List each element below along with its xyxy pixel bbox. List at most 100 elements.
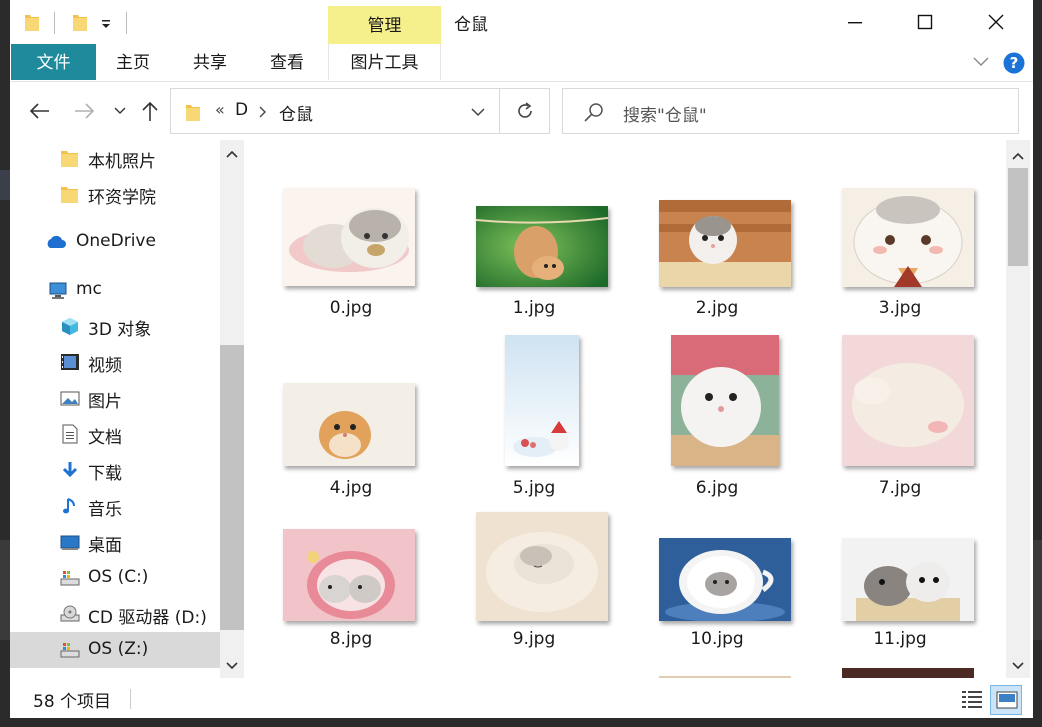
nav-item[interactable]: mc (10, 272, 220, 308)
expand-ribbon-icon[interactable] (972, 56, 990, 68)
nav-item[interactable]: 下载 (10, 452, 220, 488)
ribbon-tabs: 文件 主页 共享 查看 图片工具 ? (10, 44, 1033, 82)
maximize-button[interactable] (890, 0, 960, 44)
explorer-window: 管理 仓鼠 文件 主页 共享 查看 图片工具 ? « D 仓鼠 搜索"仓鼠" 本… (10, 0, 1033, 718)
large-icons-view-button[interactable] (990, 685, 1022, 715)
nav-item-label: 本机照片 (88, 152, 156, 172)
svg-text:?: ? (1010, 54, 1019, 72)
forward-icon[interactable] (74, 102, 96, 120)
scroll-up-icon[interactable] (1012, 152, 1024, 160)
file-view: 0.jpg 1.jpg 2.jpg 3.jpg 4.jpg 5.jpg 6.jp… (246, 140, 1004, 678)
properties-folder-icon[interactable] (72, 12, 88, 32)
content-scrollbar[interactable] (1006, 140, 1030, 678)
minimize-icon (848, 22, 862, 24)
file-name[interactable]: 6.jpg (637, 478, 797, 498)
thumbnail (671, 335, 779, 466)
item-count: 58 个项目 (33, 692, 112, 712)
address-history-icon[interactable] (471, 108, 485, 117)
file-name[interactable]: 8.jpg (271, 629, 431, 649)
download-icon (62, 462, 78, 478)
nav-item-label: OneDrive (76, 231, 156, 251)
tab-share[interactable]: 共享 (185, 44, 235, 80)
customize-toolbar-icon[interactable] (100, 18, 112, 30)
breadcrumb-hamster[interactable]: 仓鼠 (279, 100, 313, 125)
close-button[interactable] (961, 0, 1031, 44)
nav-item[interactable]: 环资学院 (10, 176, 220, 212)
thumbnail-partial[interactable] (842, 668, 974, 678)
folder-icon (61, 187, 78, 203)
up-icon[interactable] (140, 100, 160, 122)
nav-item-label: 视频 (88, 356, 122, 376)
file-name[interactable]: 0.jpg (271, 298, 431, 318)
document-icon (62, 424, 78, 444)
file-name[interactable]: 2.jpg (637, 298, 797, 318)
nav-item[interactable]: OS (C:) (10, 560, 220, 596)
cd-drive-icon (60, 605, 80, 622)
nav-item[interactable]: 视频 (10, 344, 220, 380)
file-name[interactable]: 7.jpg (820, 478, 980, 498)
large-icons-view-icon (996, 691, 1018, 709)
scroll-up-icon[interactable] (226, 150, 238, 158)
desktop-left-strip (0, 540, 10, 640)
nav-item[interactable]: 本机照片 (10, 140, 220, 176)
details-view-icon[interactable] (960, 688, 984, 710)
thumbnail (283, 529, 415, 621)
breadcrumb-overflow[interactable]: « (215, 100, 225, 119)
thumbnail-partial[interactable] (659, 676, 791, 678)
file-name[interactable]: 11.jpg (820, 629, 980, 649)
file-name[interactable]: 1.jpg (454, 298, 614, 318)
scroll-down-icon[interactable] (226, 662, 238, 670)
nav-item[interactable]: 3D 对象 (10, 308, 220, 344)
search-box[interactable]: 搜索"仓鼠" (562, 88, 1019, 134)
file-name[interactable]: 10.jpg (637, 629, 797, 649)
address-bar[interactable]: « D 仓鼠 (170, 88, 500, 134)
folder-icon[interactable] (24, 12, 40, 32)
thumbnail (476, 512, 608, 621)
nav-item-label: 桌面 (88, 536, 122, 556)
nav-item[interactable]: 音乐 (10, 488, 220, 524)
scroll-down-icon[interactable] (1012, 662, 1024, 670)
tab-file[interactable]: 文件 (11, 44, 96, 80)
help-icon[interactable]: ? (1003, 52, 1025, 74)
separator (54, 12, 55, 34)
tab-picture-tools[interactable]: 图片工具 (328, 44, 441, 80)
back-icon[interactable] (28, 102, 50, 120)
content-scroll-thumb[interactable] (1008, 168, 1028, 266)
video-icon (61, 354, 79, 370)
breadcrumb-d[interactable]: D (235, 100, 248, 120)
orange-hamster-white-image (283, 383, 415, 466)
file-name[interactable]: 3.jpg (820, 298, 980, 318)
nav-item[interactable]: 桌面 (10, 524, 220, 560)
refresh-button[interactable] (500, 88, 550, 134)
nav-item[interactable]: OS (Z:) (10, 632, 220, 668)
nav-item-label: 下载 (88, 464, 122, 484)
thumbnail (842, 335, 974, 466)
file-name[interactable]: 5.jpg (454, 478, 614, 498)
nav-item[interactable]: 图片 (10, 380, 220, 416)
nav-item-label: CD 驱动器 (D:) (88, 608, 207, 628)
separator (130, 689, 131, 709)
drive-icon (60, 571, 80, 586)
search-placeholder: 搜索"仓鼠" (623, 106, 707, 126)
title-bar: 管理 仓鼠 (10, 0, 1033, 44)
search-icon (584, 103, 603, 122)
chevron-right-icon[interactable] (259, 106, 267, 118)
nav-scroll-thumb[interactable] (220, 345, 244, 630)
computer-icon (49, 282, 67, 299)
folder-icon (186, 105, 200, 121)
minimize-button[interactable] (820, 0, 890, 44)
nav-item[interactable]: OneDrive (10, 224, 220, 260)
hamsters-in-pink-cup-image (283, 529, 415, 621)
nav-scrollbar[interactable] (220, 140, 244, 678)
tab-view[interactable]: 查看 (262, 44, 312, 80)
nav-item[interactable]: 文档 (10, 416, 220, 452)
hamster-on-rope-green-image (476, 206, 608, 287)
tab-home[interactable]: 主页 (108, 44, 158, 80)
nav-item-label: OS (Z:) (88, 639, 149, 659)
cube-icon (62, 318, 78, 335)
recent-locations-icon[interactable] (114, 107, 126, 115)
nav-item[interactable]: CD 驱动器 (D:) (10, 596, 220, 632)
file-name[interactable]: 4.jpg (271, 478, 431, 498)
file-name[interactable]: 9.jpg (454, 629, 614, 649)
manage-tab[interactable]: 管理 (328, 6, 441, 44)
